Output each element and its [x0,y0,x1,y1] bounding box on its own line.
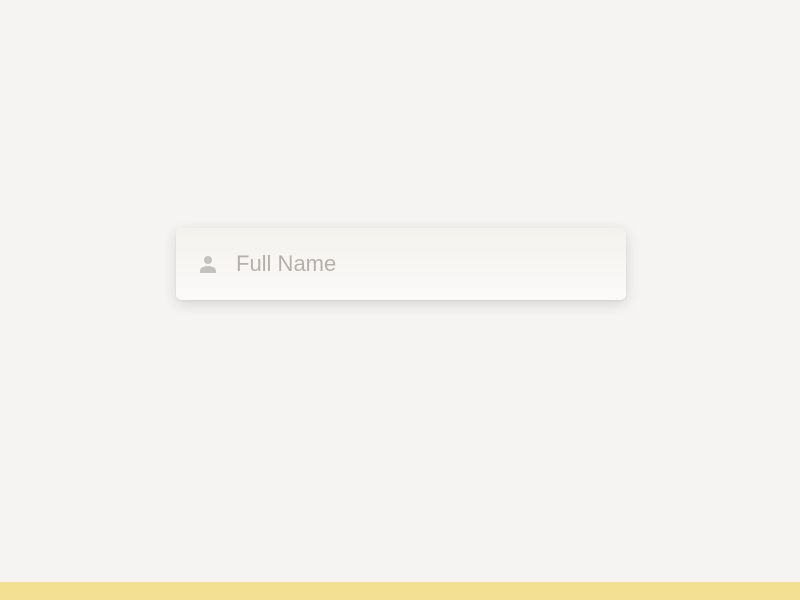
name-input-wrapper [176,228,626,300]
user-icon [196,252,220,276]
full-name-input[interactable] [236,251,606,277]
accent-bar [0,582,800,600]
